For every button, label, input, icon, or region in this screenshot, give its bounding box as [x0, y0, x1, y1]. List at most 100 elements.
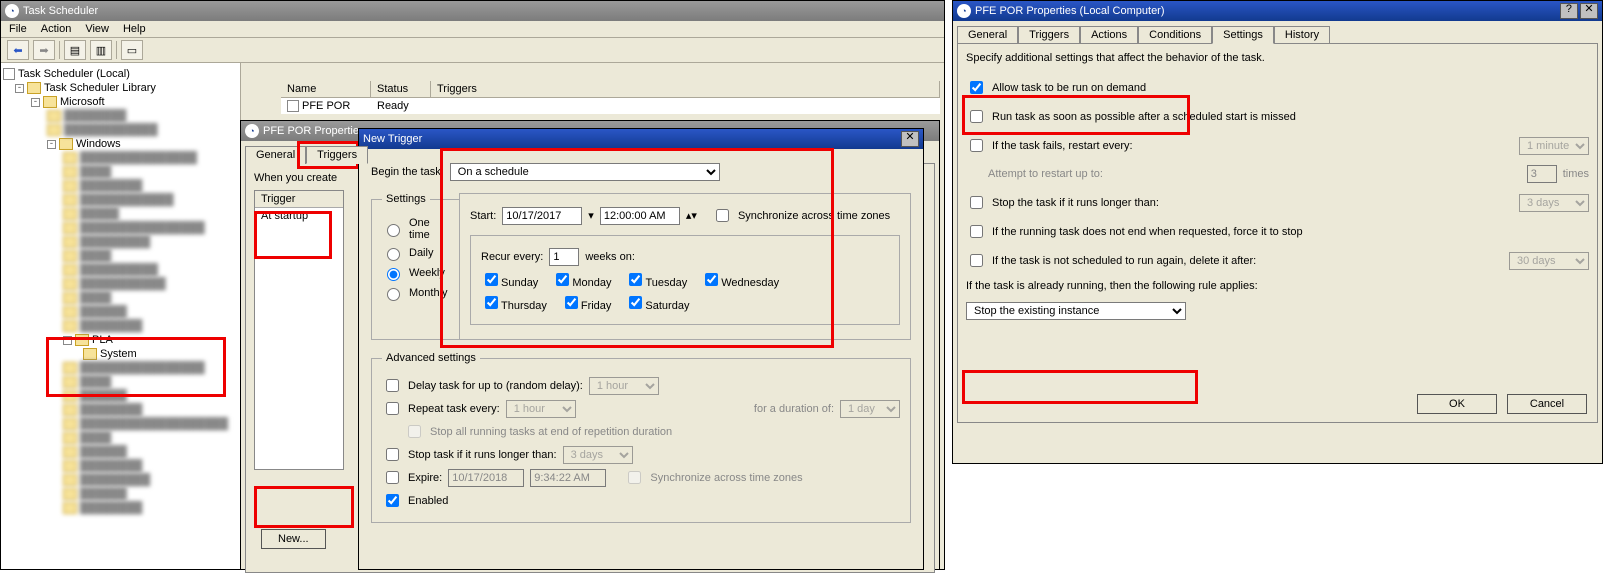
collapse-icon[interactable]: - [31, 98, 40, 107]
day-sunday-checkbox[interactable] [485, 273, 498, 286]
run-asap-checkbox[interactable] [970, 110, 983, 123]
start-date-input[interactable] [502, 207, 582, 225]
collapse-icon[interactable]: - [47, 140, 56, 149]
col-name[interactable]: Name [281, 81, 371, 97]
forward-button[interactable]: ➡ [33, 40, 55, 60]
tree-blur-item: ████ [3, 431, 238, 445]
tab-triggers[interactable]: Triggers [306, 146, 368, 164]
recur-input[interactable] [549, 248, 579, 266]
attempt-label: Attempt to restart up to: [988, 168, 1521, 180]
up-button[interactable]: ▤ [64, 40, 86, 60]
day-saturday-checkbox[interactable] [629, 296, 642, 309]
tab-history[interactable]: History [1274, 26, 1330, 44]
fail-restart-label: If the task fails, restart every: [992, 140, 1513, 152]
tree-blur-item: ████ [3, 375, 238, 389]
titlebar-newtrigger: New Trigger ✕ [359, 129, 923, 149]
tree-blur-item: ████ [3, 249, 238, 263]
tab-settings[interactable]: Settings [1212, 26, 1274, 44]
pfe-por-properties-local-dialog: ◔ PFE POR Properties (Local Computer) ? … [952, 0, 1603, 464]
ok-button[interactable]: OK [1417, 394, 1497, 414]
stopif-checkbox[interactable] [386, 448, 399, 461]
tab-actions[interactable]: Actions [1080, 26, 1138, 44]
task-row[interactable]: PFE POR Ready [281, 98, 940, 114]
force-stop-checkbox[interactable] [970, 225, 983, 238]
day-monday-checkbox[interactable] [556, 273, 569, 286]
tree-system[interactable]: System [3, 347, 238, 361]
enabled-checkbox[interactable] [386, 494, 399, 507]
help-icon[interactable]: ? [1560, 3, 1578, 19]
tree-pla-label: PLA [92, 334, 113, 346]
delete-after-checkbox[interactable] [970, 254, 983, 267]
tree-windows[interactable]: - Windows [3, 137, 238, 151]
cancel-button[interactable]: Cancel [1507, 394, 1587, 414]
clock-icon: ◔ [5, 4, 19, 18]
fail-restart-checkbox[interactable] [970, 139, 983, 152]
allow-demand-label: Allow task to be run on demand [992, 82, 1589, 94]
new-trigger-dialog: New Trigger ✕ Begin the task: On a sched… [358, 128, 924, 570]
col-triggers[interactable]: Triggers [431, 81, 940, 97]
begin-task-label: Begin the task: [371, 166, 444, 178]
col-status[interactable]: Status [371, 81, 431, 97]
tree-blur-item: ██████ [3, 487, 238, 501]
day-wednesday-checkbox[interactable] [705, 273, 718, 286]
close-icon[interactable]: ✕ [901, 131, 919, 147]
advanced-legend: Advanced settings [382, 352, 480, 364]
tree-panel: Task Scheduler (Local) - Task Scheduler … [1, 63, 241, 569]
list-icon: ▥ [96, 44, 106, 57]
close-icon[interactable]: ✕ [1580, 3, 1598, 19]
menu-view[interactable]: View [85, 23, 109, 35]
refresh-button[interactable]: ▥ [90, 40, 112, 60]
spinner-icon[interactable]: ▴▾ [686, 209, 697, 222]
day-thursday-checkbox[interactable] [485, 296, 498, 309]
sync-tz-checkbox[interactable] [716, 209, 729, 222]
schedule-monthly-radio[interactable] [387, 288, 400, 301]
collapse-icon[interactable]: - [15, 84, 24, 93]
expire-label: Expire: [408, 472, 442, 484]
attempt-suffix: times [1563, 168, 1589, 180]
tree-blur-item: ███████████ [3, 277, 238, 291]
day-friday-checkbox[interactable] [565, 296, 578, 309]
tab-general2[interactable]: General [957, 26, 1018, 44]
run-asap-label: Run task as soon as possible after a sch… [992, 111, 1589, 123]
tree-microsoft[interactable]: - Microsoft [3, 95, 238, 109]
tree-blur-item: ██████████ [3, 263, 238, 277]
tab-triggers2[interactable]: Triggers [1018, 26, 1080, 44]
tab-general[interactable]: General [245, 146, 306, 164]
settings-legend: Settings [382, 193, 430, 205]
menu-action[interactable]: Action [41, 23, 72, 35]
start-time-input[interactable] [600, 207, 680, 225]
repeat-checkbox[interactable] [386, 402, 399, 415]
tree-blur-item: ██████ [3, 445, 238, 459]
allow-demand-checkbox[interactable] [970, 81, 983, 94]
menu-help[interactable]: Help [123, 23, 146, 35]
stop-longer-select: 3 days [1519, 194, 1589, 212]
tab-conditions[interactable]: Conditions [1138, 26, 1212, 44]
schedule-onetime-radio[interactable] [387, 224, 400, 237]
stop-longer-checkbox[interactable] [970, 196, 983, 209]
trigger-list-item[interactable]: At startup [255, 208, 343, 224]
rule-select[interactable]: Stop the existing instance [966, 302, 1186, 320]
recur-suffix: weeks on: [585, 251, 635, 263]
schedule-weekly-radio[interactable] [387, 268, 400, 281]
day-tuesday-checkbox[interactable] [629, 273, 642, 286]
arrow-left-icon: ⬅ [13, 44, 22, 57]
back-button[interactable]: ⬅ [7, 40, 29, 60]
folder-icon [59, 138, 73, 150]
delay-checkbox[interactable] [386, 379, 399, 392]
expire-checkbox[interactable] [386, 471, 399, 484]
tree-pla[interactable]: - PLA [3, 333, 238, 347]
tree-library[interactable]: - Task Scheduler Library [3, 81, 238, 95]
new-trigger-button[interactable]: New... [261, 529, 326, 549]
chevron-down-icon[interactable]: ▾ [588, 209, 594, 222]
sync-tz2-label: Synchronize across time zones [650, 472, 802, 484]
collapse-icon[interactable]: - [63, 336, 72, 345]
properties-button[interactable]: ▭ [121, 40, 143, 60]
menu-file[interactable]: File [9, 23, 27, 35]
begin-task-select[interactable]: On a schedule [450, 163, 720, 181]
arrow-right-icon: ➡ [39, 44, 48, 57]
folder-icon [83, 348, 97, 360]
schedule-daily-radio[interactable] [387, 248, 400, 261]
tree-root[interactable]: Task Scheduler (Local) [3, 67, 238, 81]
trigger-list-header: Trigger [255, 191, 343, 208]
attempt-input [1527, 165, 1557, 183]
